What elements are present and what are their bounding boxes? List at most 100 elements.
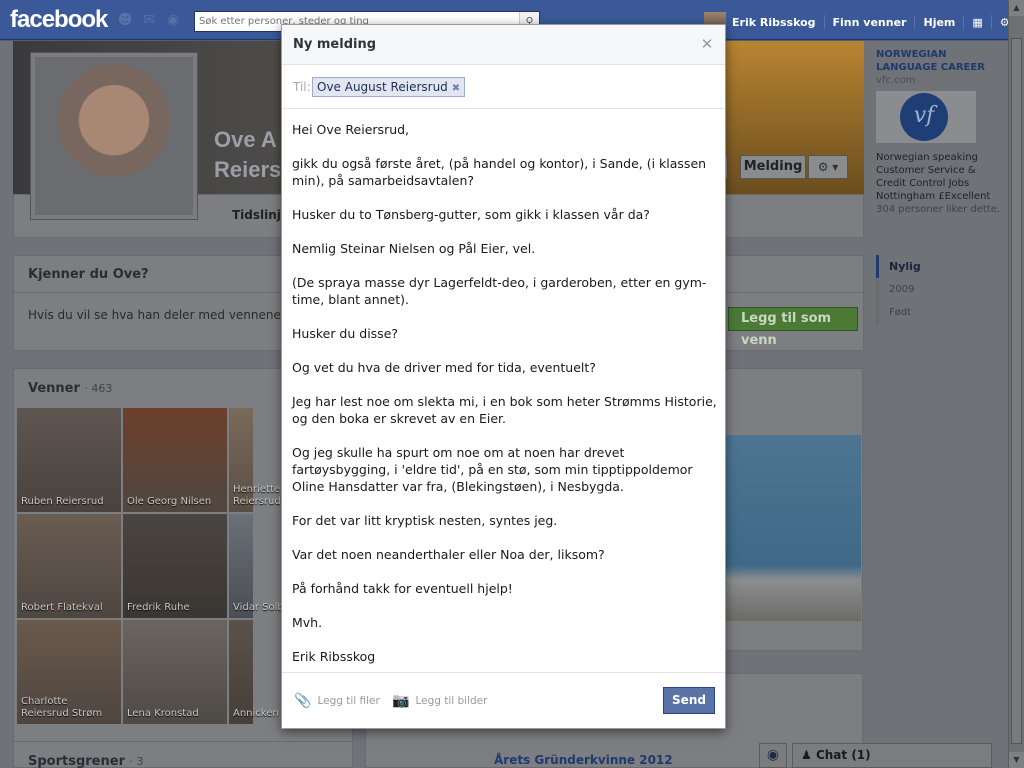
message-line: Og jeg skulle ha spurt om noe om at noen… xyxy=(292,445,693,494)
timeline-nav-recent[interactable]: Nylig xyxy=(876,255,996,278)
friend-tile[interactable]: Lena Kronstad xyxy=(123,620,227,724)
profile-name: Ove A Reiers xyxy=(214,125,281,185)
profile-photo xyxy=(35,57,193,215)
friend-tile[interactable]: Ruben Reiersrud xyxy=(17,408,121,512)
message-line: På forhånd takk for eventuell hjelp! xyxy=(292,581,513,596)
to-label: Til: xyxy=(293,80,311,94)
know-panel-text: Hvis du vil se hva han deler med vennene… xyxy=(28,308,290,322)
friends-count: · 463 xyxy=(84,382,113,395)
message-line: Mvh. xyxy=(292,615,323,630)
ad-logo-text: vf xyxy=(900,93,948,141)
scroll-thumb[interactable] xyxy=(1011,38,1022,744)
divider xyxy=(990,15,992,29)
page-scrollbar[interactable]: ▲ ▼ xyxy=(1008,0,1024,768)
person-icon: ♟ xyxy=(801,748,812,762)
divider xyxy=(914,15,916,29)
dialog-footer: 📎 Legg til filer 📷 Legg til bilder Send xyxy=(282,672,725,728)
chat-label: Chat (1) xyxy=(815,748,871,762)
message-line: Hei Ove Reiersrud, xyxy=(292,122,410,137)
attach-photos-label: Legg til bilder xyxy=(415,695,488,707)
timeline-year-nav: Nylig 2009 Født xyxy=(876,255,996,324)
divider xyxy=(823,15,825,29)
home-link[interactable]: Hjem xyxy=(923,16,955,29)
sports-title-text: Sportsgrener xyxy=(28,754,125,768)
add-friend-button[interactable]: Legg til som venn xyxy=(728,307,858,348)
friend-name: Charlotte Reiersrud Strøm xyxy=(21,696,103,719)
profile-settings-button[interactable]: ⚙ ▾ xyxy=(808,155,848,179)
attach-photos-button[interactable]: 📷 Legg til bilder xyxy=(392,693,487,709)
profile-name-line2: Reiers xyxy=(214,157,282,182)
ad-image[interactable]: vf xyxy=(876,91,976,143)
friend-name: Ole Georg Nilsen xyxy=(127,496,212,507)
friends-title-text: Venner xyxy=(28,381,80,396)
recipient-token[interactable]: Ove August Reiersrud ✖ xyxy=(312,77,466,97)
friend-name: Ruben Reiersrud xyxy=(21,496,104,507)
friend-name: Fredrik Ruhe xyxy=(127,602,190,613)
message-line: Var det noen neanderthaler eller Noa der… xyxy=(292,547,605,562)
friend-tile[interactable]: Charlotte Reiersrud Strøm xyxy=(17,620,121,724)
message-line: Husker du disse? xyxy=(292,326,399,341)
dialog-title: Ny melding xyxy=(293,37,377,52)
sports-panel: Sportsgrener · 3 xyxy=(13,741,353,768)
ad-likes: 304 personer liker dette. xyxy=(876,204,1001,215)
attach-files-label: Legg til filer xyxy=(317,695,380,707)
notifications-globe-icon[interactable]: ◉ xyxy=(164,12,182,28)
message-line: Husker du to Tønsberg-gutter, som gikk i… xyxy=(292,207,650,222)
friend-tile[interactable]: Robert Flatekval xyxy=(17,514,121,618)
sports-title[interactable]: Sportsgrener · 3 xyxy=(28,754,144,768)
attach-files-button[interactable]: 📎 Legg til filer xyxy=(294,693,380,709)
ad-url: vfc.com xyxy=(876,75,916,86)
recipient-name: Ove August Reiersrud xyxy=(317,80,448,94)
message-line: gikk du også første året, (på handel og … xyxy=(292,156,707,188)
message-line: (De spraya masse dyr Lagerfeldt-deo, i g… xyxy=(292,275,707,307)
message-button[interactable]: Melding xyxy=(740,155,806,179)
globe-icon[interactable]: ◉ xyxy=(759,743,787,768)
ad-title[interactable]: NORWEGIAN LANGUAGE CAREER xyxy=(876,48,1002,74)
add-friend-label: Legg til som venn xyxy=(741,311,832,348)
ad-body: Norwegian speaking Customer Service & Cr… xyxy=(876,152,991,202)
timeline-nav-2009[interactable]: 2009 xyxy=(876,278,996,301)
friend-tile[interactable]: Henriette Reiersrud xyxy=(229,408,281,512)
friend-name: Annicken xyxy=(233,708,279,719)
recipient-row[interactable]: Til: Ove August Reiersrud ✖ xyxy=(282,65,725,109)
new-message-dialog: Ny melding ✕ Til: Ove August Reiersrud ✖ … xyxy=(281,24,726,729)
friend-name: Robert Flatekval xyxy=(21,602,103,613)
friend-name: Vidar Solb xyxy=(233,602,284,613)
message-line: Og vet du hva de driver med for tida, ev… xyxy=(292,360,596,375)
message-line: For det var litt kryptisk nesten, syntes… xyxy=(292,513,558,528)
post-photo[interactable] xyxy=(726,435,861,621)
message-line: Jeg har lest noe om slekta mi, i en bok … xyxy=(292,394,717,426)
article-link[interactable]: Årets Gründerkvinne 2012 xyxy=(494,753,673,767)
find-friends-link[interactable]: Finn venner xyxy=(833,16,907,29)
timeline-nav-born[interactable]: Født xyxy=(876,301,996,324)
friends-title[interactable]: Venner · 463 xyxy=(28,381,112,396)
message-textarea[interactable]: Hei Ove Reiersrud, gikk du også første å… xyxy=(292,121,720,669)
remove-recipient-icon[interactable]: ✖ xyxy=(452,83,460,94)
paperclip-icon: 📎 xyxy=(294,693,312,709)
user-nav: Erik Ribsskog Finn venner Hjem ▦ ⚙ xyxy=(704,11,1010,33)
messages-icon[interactable]: ✉ xyxy=(140,12,158,28)
friend-tile[interactable]: Annicken xyxy=(229,620,279,724)
friend-tile[interactable]: Fredrik Ruhe xyxy=(123,514,227,618)
sports-count: · 3 xyxy=(129,755,144,768)
profile-name-line1: Ove A xyxy=(214,127,277,152)
friend-name: Lena Kronstad xyxy=(127,708,199,719)
message-line: Nemlig Steinar Nielsen og Pål Eier, vel. xyxy=(292,241,536,256)
friend-requests-icon[interactable]: ☻ xyxy=(116,12,134,28)
divider xyxy=(963,15,965,29)
user-name-link[interactable]: Erik Ribsskog xyxy=(732,16,816,29)
friend-tile[interactable]: Vidar Solb xyxy=(229,514,284,618)
profile-picture[interactable] xyxy=(30,52,198,220)
camera-icon: 📷 xyxy=(392,693,410,709)
know-panel-title: Kjenner du Ove? xyxy=(28,267,149,282)
sponsored-ad[interactable]: NORWEGIAN LANGUAGE CAREER vfc.com vf Nor… xyxy=(876,48,1002,216)
friend-tile[interactable]: Ole Georg Nilsen xyxy=(123,408,227,512)
scroll-up-icon[interactable]: ▲ xyxy=(1009,0,1024,16)
facebook-logo[interactable]: facebook xyxy=(10,6,108,34)
close-icon[interactable]: ✕ xyxy=(699,35,715,53)
account-icon[interactable]: ▦ xyxy=(972,16,982,29)
dialog-header: Ny melding ✕ xyxy=(282,25,725,65)
send-button[interactable]: Send xyxy=(663,687,715,714)
scroll-down-icon[interactable]: ▼ xyxy=(1009,752,1024,768)
chat-tab[interactable]: ♟ Chat (1) xyxy=(792,743,992,768)
